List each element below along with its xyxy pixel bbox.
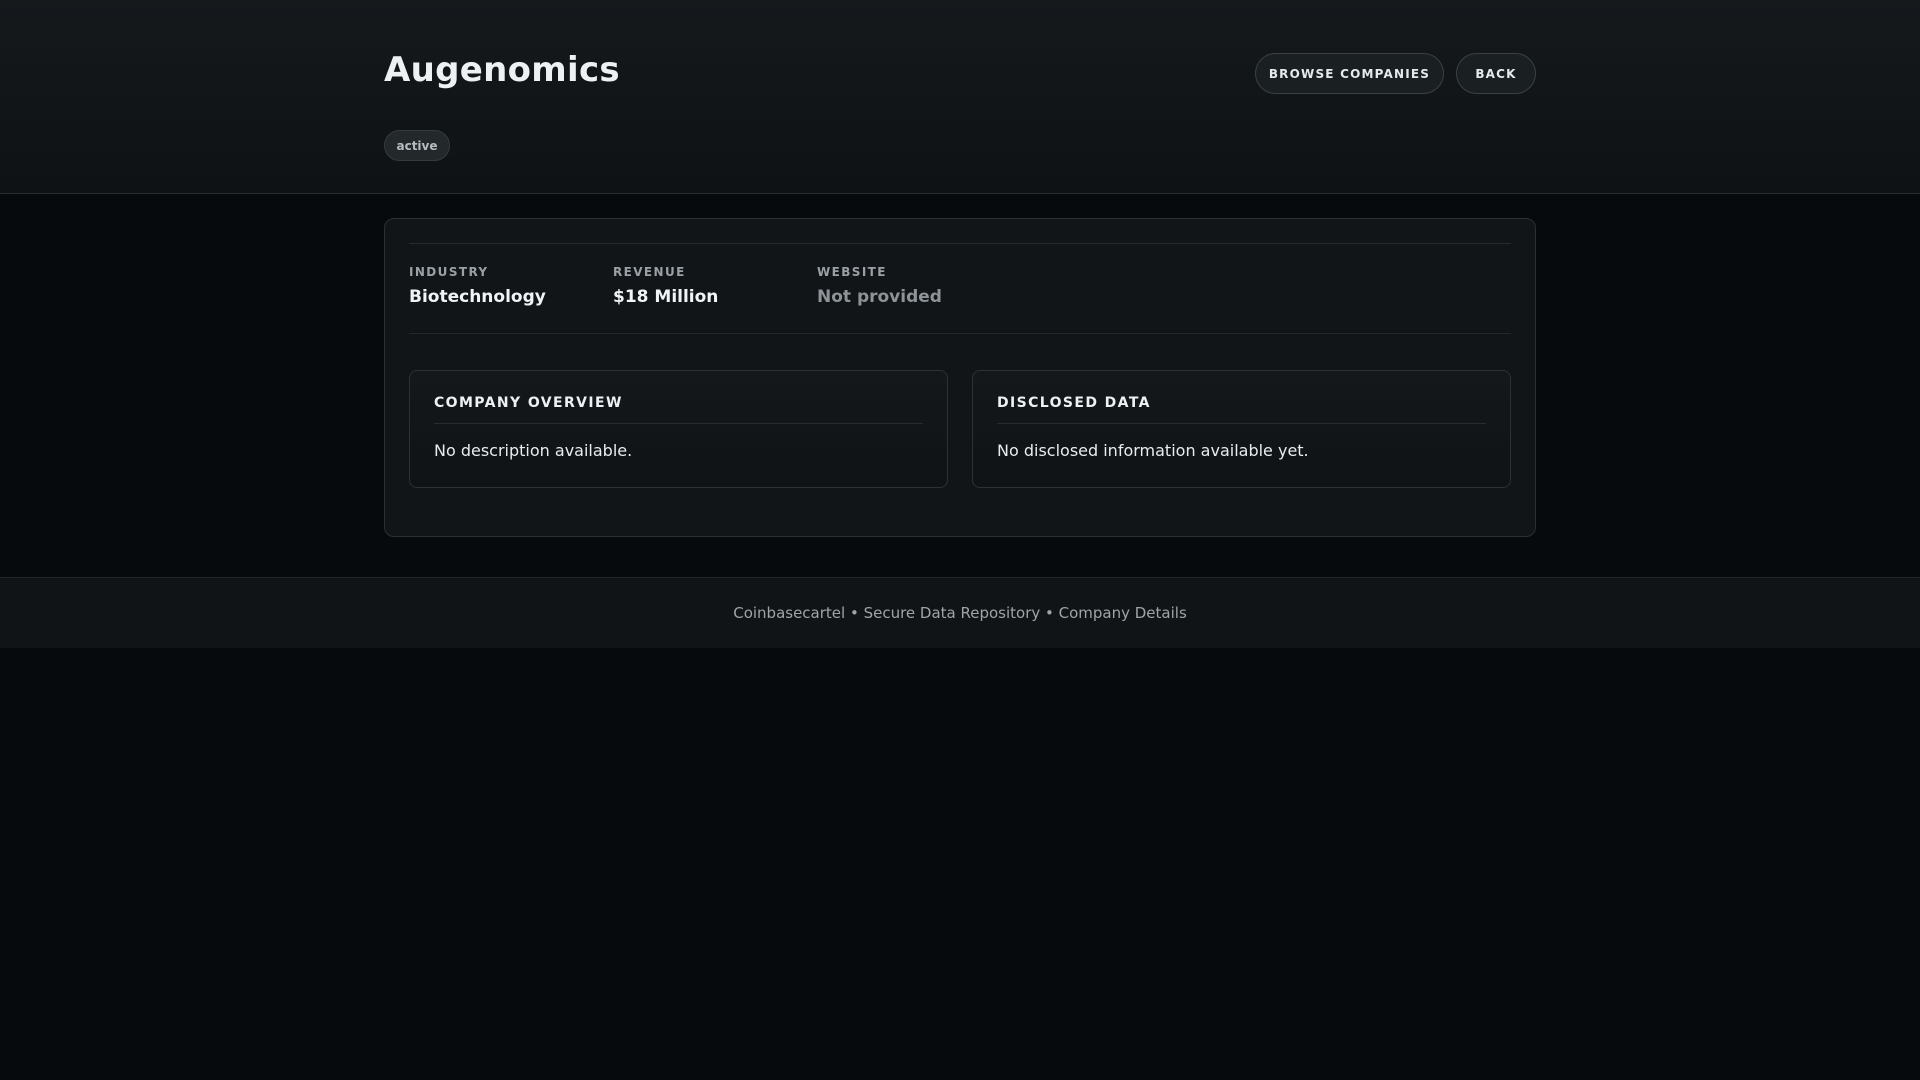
divider [409, 333, 1511, 334]
industry-field: INDUSTRY Biotechnology [409, 265, 546, 307]
industry-value: Biotechnology [409, 287, 546, 307]
disclosed-data-title: DISCLOSED DATA [997, 395, 1151, 411]
page-footer: Coinbasecartel • Secure Data Repository … [0, 577, 1920, 648]
page-header: Augenomics BROWSE COMPANIES BACK active [0, 0, 1920, 194]
website-label: WEBSITE [817, 265, 887, 279]
status-badge: active [384, 130, 450, 161]
divider [434, 423, 923, 424]
revenue-value: $18 Million [613, 287, 719, 307]
website-value: Not provided [817, 287, 942, 307]
browse-companies-button[interactable]: BROWSE COMPANIES [1255, 53, 1444, 94]
revenue-field: REVENUE $18 Million [613, 265, 718, 307]
company-overview-text: No description available. [434, 441, 633, 460]
revenue-label: REVENUE [613, 265, 686, 279]
company-details-card: INDUSTRY Biotechnology REVENUE $18 Milli… [384, 218, 1536, 537]
industry-label: INDUSTRY [409, 265, 489, 279]
company-overview-title: COMPANY OVERVIEW [434, 395, 623, 411]
disclosed-data-panel: DISCLOSED DATA No disclosed information … [972, 370, 1511, 488]
divider [409, 243, 1511, 244]
disclosed-data-text: No disclosed information available yet. [997, 441, 1309, 460]
page-title: Augenomics [384, 50, 620, 90]
divider [997, 423, 1486, 424]
footer-text: Coinbasecartel • Secure Data Repository … [733, 604, 1187, 622]
company-overview-panel: COMPANY OVERVIEW No description availabl… [409, 370, 948, 488]
website-field: WEBSITE Not provided [817, 265, 942, 307]
back-button[interactable]: BACK [1456, 53, 1536, 94]
